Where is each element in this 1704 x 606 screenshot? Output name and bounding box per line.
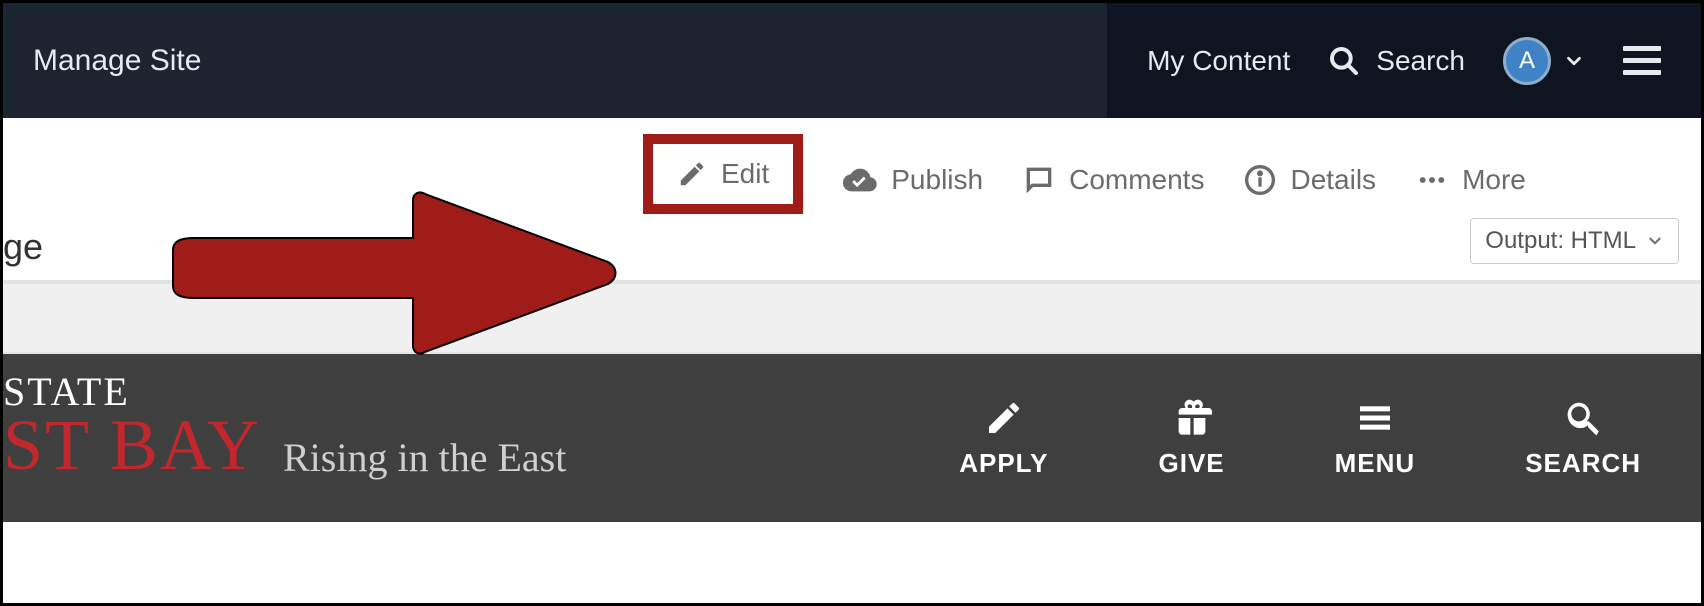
logo-line2: ST BAY (3, 404, 261, 487)
avatar: A (1503, 37, 1551, 85)
nav-menu-label: MENU (1335, 448, 1416, 479)
output-selector[interactable]: Output: HTML (1470, 218, 1679, 264)
publish-button[interactable]: Publish (843, 163, 983, 197)
hamburger-line (1623, 46, 1661, 51)
tagline: Rising in the East (283, 434, 566, 481)
page-action-toolbar: ge Edit Publish Comments (3, 118, 1701, 282)
nav-apply[interactable]: APPLY (959, 398, 1048, 479)
info-icon (1244, 164, 1276, 196)
site-preview-header: STATE ST BAY Rising in the East APPLY GI… (3, 354, 1701, 522)
nav-search-label: SEARCH (1525, 448, 1641, 479)
chevron-down-icon (1646, 232, 1664, 250)
hamburger-line (1623, 58, 1661, 63)
topbar-left: Manage Site (3, 44, 1107, 78)
pencil-icon (984, 398, 1024, 438)
output-selector-label: Output: HTML (1485, 227, 1636, 255)
search-icon (1563, 398, 1603, 438)
site-nav: APPLY GIVE MENU SEARCH (959, 398, 1641, 479)
page-title: ge (3, 226, 43, 268)
search-label: Search (1376, 45, 1465, 77)
nav-search[interactable]: SEARCH (1525, 398, 1641, 479)
details-button[interactable]: Details (1244, 164, 1376, 196)
hamburger-line (1623, 70, 1661, 75)
search-button[interactable]: Search (1328, 45, 1465, 77)
hamburger-menu[interactable] (1623, 46, 1661, 75)
comments-button[interactable]: Comments (1023, 164, 1204, 196)
nav-give[interactable]: GIVE (1159, 398, 1225, 479)
publish-label: Publish (891, 164, 983, 196)
nav-apply-label: APPLY (959, 448, 1048, 479)
comments-label: Comments (1069, 164, 1204, 196)
manage-site-link[interactable]: Manage Site (33, 44, 201, 78)
preview-gap (3, 282, 1701, 354)
search-icon (1328, 45, 1360, 77)
topbar-right: My Content Search A (1107, 3, 1701, 118)
more-button[interactable]: More (1416, 164, 1526, 196)
dots-icon (1416, 164, 1448, 196)
comment-icon (1023, 164, 1055, 196)
details-label: Details (1290, 164, 1376, 196)
user-menu[interactable]: A (1503, 37, 1585, 85)
nav-menu[interactable]: MENU (1335, 398, 1416, 479)
nav-give-label: GIVE (1159, 448, 1225, 479)
chevron-down-icon (1563, 50, 1585, 72)
pencil-icon (677, 159, 707, 189)
my-content-link[interactable]: My Content (1147, 45, 1290, 77)
hamburger-icon (1355, 398, 1395, 438)
cloud-check-icon (843, 163, 877, 197)
gift-icon (1172, 398, 1212, 438)
more-label: More (1462, 164, 1526, 196)
edit-button-highlight: Edit (643, 134, 803, 214)
edit-button[interactable]: Edit (677, 158, 769, 190)
actions-row: Edit Publish Comments Details Mor (643, 146, 1526, 214)
cms-topbar: Manage Site My Content Search A (3, 3, 1701, 118)
edit-label: Edit (721, 158, 769, 190)
